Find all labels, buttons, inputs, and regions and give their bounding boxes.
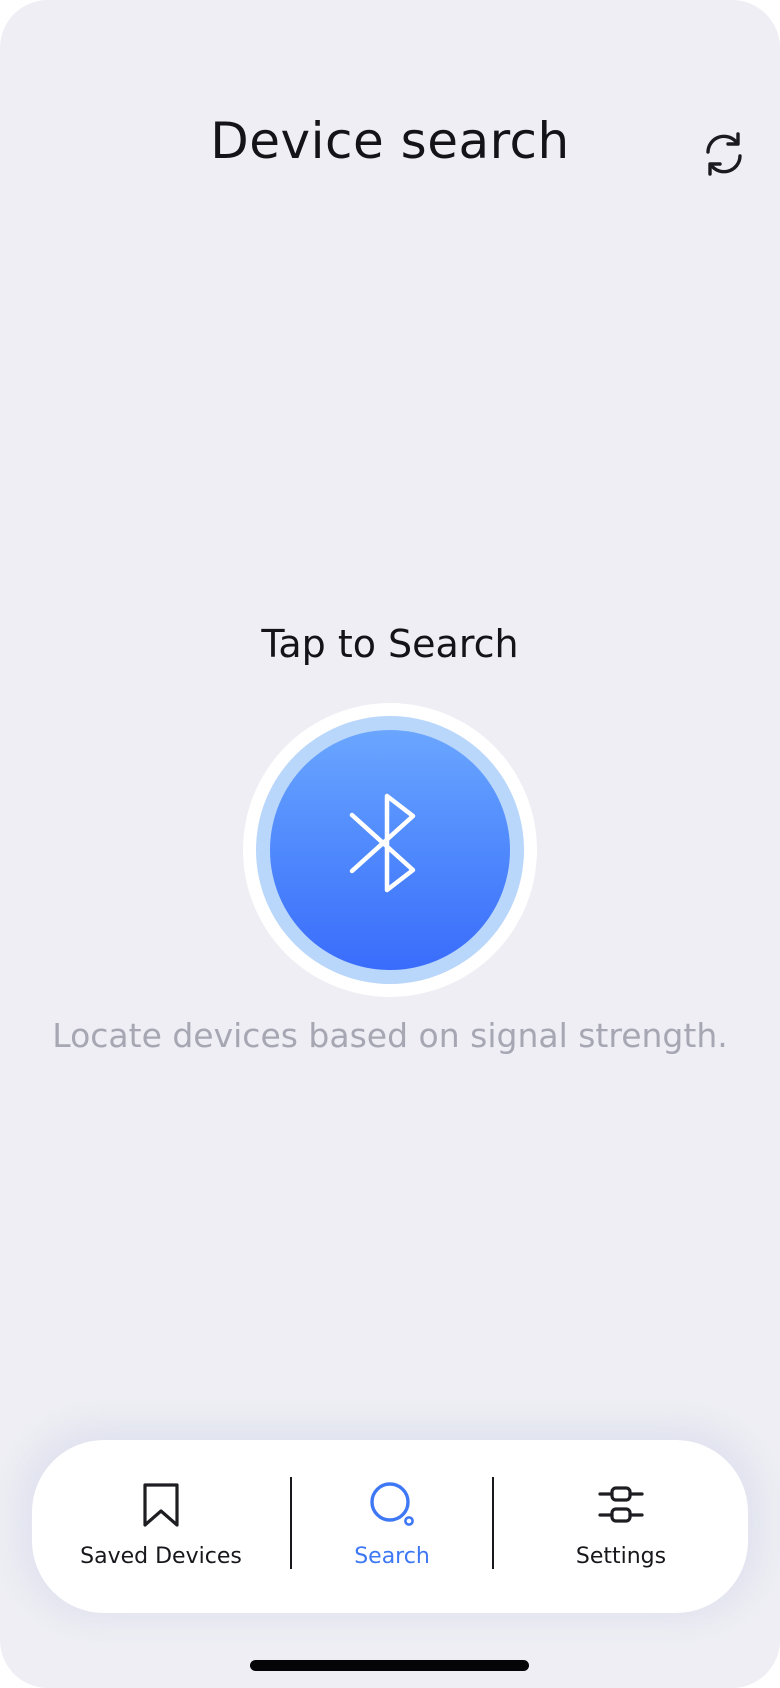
tab-settings-label: Settings [575,1544,667,1569]
home-indicator[interactable] [250,1660,529,1671]
device-search-screen: Device search Tap to Search Locate devic… [0,0,780,1688]
refresh-button[interactable] [698,128,750,180]
tab-settings[interactable]: Settings [494,1440,748,1613]
page-title: Device search [210,112,570,170]
tab-saved-devices-label: Saved Devices [80,1544,242,1569]
bottom-tab-bar: Saved Devices Search Settings [32,1440,748,1613]
search-icon [366,1478,418,1530]
tap-to-search-label: Tap to Search [261,622,519,666]
bluetooth-icon [349,793,416,893]
search-hint-text: Locate devices based on signal strength. [52,1016,728,1055]
bookmark-icon [135,1478,187,1530]
tab-search-label: Search [354,1544,430,1569]
tab-saved-devices[interactable]: Saved Devices [32,1440,290,1613]
refresh-icon [706,132,742,176]
bluetooth-search-button[interactable] [243,703,537,997]
tab-search[interactable]: Search [292,1440,492,1613]
sliders-icon [595,1478,647,1530]
